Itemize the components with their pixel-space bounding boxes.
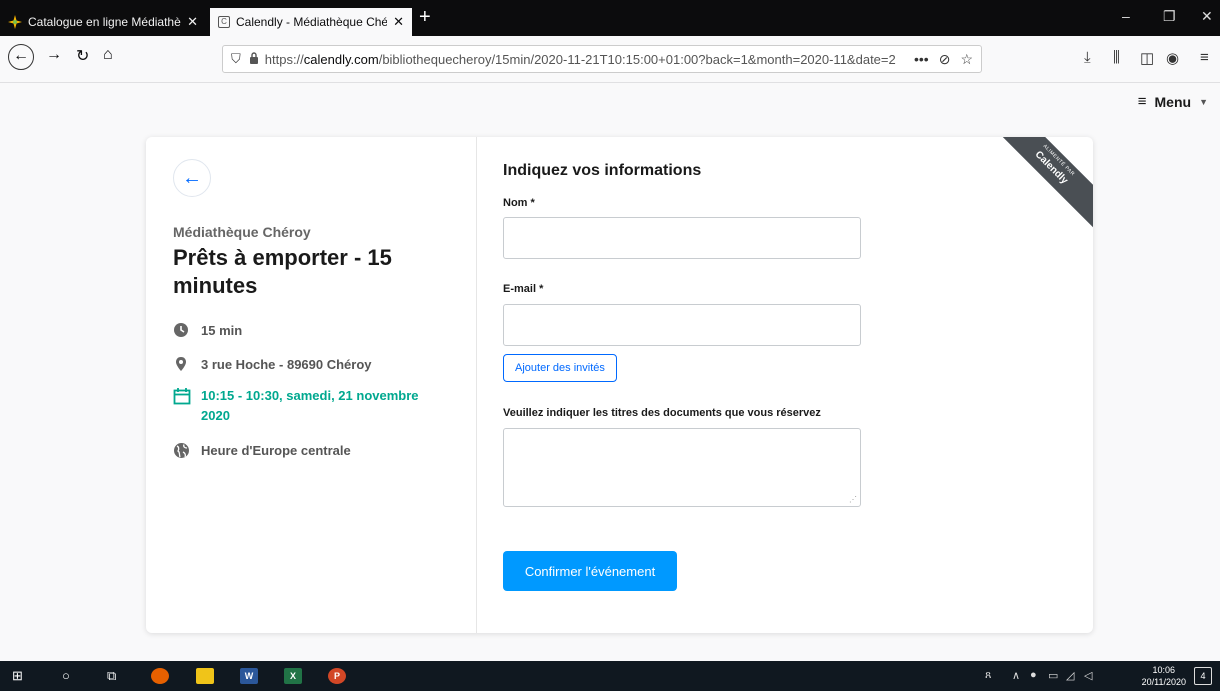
volume-icon[interactable]: ◁ <box>1084 669 1092 682</box>
close-icon[interactable]: ✕ <box>393 14 404 30</box>
download-icon[interactable]: ⤓ <box>1084 49 1091 66</box>
address-bar[interactable]: ⛉ https://calendly.com/bibliothequechero… <box>222 45 982 73</box>
calendly-favicon-icon: C <box>218 16 230 28</box>
globe-icon <box>173 442 191 460</box>
location-text: 3 rue Hoche - 89690 Chéroy <box>201 357 372 372</box>
forward-icon[interactable]: → <box>46 46 62 64</box>
event-duration: 15 min <box>173 321 242 341</box>
event-location: 3 rue Hoche - 89690 Chéroy <box>173 355 372 375</box>
tab-title: Catalogue en ligne Médiathèque <box>28 15 181 29</box>
tracking-shield-icon[interactable]: ⛉ <box>231 51 241 67</box>
restore-icon[interactable]: ❐ <box>1163 8 1176 25</box>
email-field[interactable] <box>503 304 861 346</box>
windows-start-icon[interactable]: ⊞ <box>12 666 23 686</box>
event-datetime: 10:15 - 10:30, samedi, 21 novembre 2020 <box>173 386 443 426</box>
documents-label: Veuillez indiquer les titres des documen… <box>503 407 821 419</box>
resize-grip-icon[interactable]: ⋰ <box>849 495 857 504</box>
sidebar-icon[interactable]: ◫ <box>1140 49 1154 67</box>
browser-menu-icon[interactable]: ≡ <box>1200 49 1209 66</box>
map-pin-icon <box>173 356 191 374</box>
library-icon[interactable]: ⫼ <box>1113 49 1120 66</box>
calendar-icon <box>173 387 191 405</box>
file-explorer-icon[interactable] <box>196 668 214 684</box>
clock-icon <box>173 322 191 340</box>
url-text: https://calendly.com/bibliothequecheroy/… <box>264 51 896 67</box>
windows-taskbar: ⊞ ○ ⧉ W X P ጸ ∧ ● ▭ ◿ ◁ 10:06 20/11/2020… <box>0 661 1220 691</box>
name-label: Nom * <box>503 197 535 209</box>
add-guests-button[interactable]: Ajouter des invités <box>503 354 617 382</box>
notification-icon[interactable]: 4 <box>1194 667 1212 685</box>
datetime-text: 10:15 - 10:30, samedi, 21 novembre 2020 <box>201 388 419 423</box>
tab-catalogue[interactable]: Catalogue en ligne Médiathèque ✕ <box>0 8 206 36</box>
account-icon[interactable]: ◉ <box>1166 49 1179 67</box>
page-actions-icon[interactable]: ••• <box>914 51 929 68</box>
bookmark-star-icon[interactable]: ☆ <box>960 51 973 68</box>
wifi-icon[interactable]: ◿ <box>1066 669 1074 682</box>
minimize-icon[interactable]: – <box>1122 8 1130 24</box>
window-close-icon[interactable]: ✕ <box>1201 8 1213 25</box>
event-details-panel: ← Médiathèque Chéroy Prêts à emporter - … <box>146 137 477 633</box>
pocket-icon[interactable]: ⊘ <box>939 51 951 68</box>
event-title: Prêts à emporter - 15 minutes <box>173 245 392 298</box>
documents-textarea[interactable]: ⋰ <box>503 428 861 507</box>
search-icon[interactable]: ○ <box>62 666 70 686</box>
booking-card: ← Médiathèque Chéroy Prêts à emporter - … <box>146 137 1093 633</box>
chevron-down-icon: ▼ <box>1199 96 1208 107</box>
word-icon[interactable]: W <box>240 668 258 684</box>
booking-form: Indiquez vos informations Nom * E-mail *… <box>477 137 1093 633</box>
clock-time: 10:06 <box>1152 665 1176 675</box>
navigation-bar: ← → ↻ ⌂ ⛉ https://calendly.com/bibliothe… <box>0 36 1220 83</box>
event-timezone: Heure d'Europe centrale <box>173 441 351 461</box>
duration-text: 15 min <box>201 323 243 338</box>
mediatheque-logo-icon <box>8 15 22 29</box>
page-menu[interactable]: ≡ Menu ▼ <box>1138 93 1208 110</box>
form-heading: Indiquez vos informations <box>503 162 702 179</box>
tab-bar: Catalogue en ligne Médiathèque ✕ C Calen… <box>0 0 1220 36</box>
new-tab-icon[interactable]: + <box>419 6 431 29</box>
powerpoint-icon[interactable]: P <box>328 668 346 684</box>
tab-title: Calendly - Médiathèque Chéroy <box>236 15 388 29</box>
home-icon[interactable]: ⌂ <box>103 46 113 64</box>
tray-app-icon[interactable]: ● <box>1030 669 1037 681</box>
confirm-event-button[interactable]: Confirmer l'événement <box>503 551 677 591</box>
email-label: E-mail * <box>503 283 544 295</box>
back-arrow-icon[interactable]: ← <box>173 159 211 197</box>
task-view-icon[interactable]: ⧉ <box>107 666 116 686</box>
clock-date: 20/11/2020 <box>1141 677 1186 687</box>
battery-icon[interactable]: ▭ <box>1048 669 1058 682</box>
firefox-icon[interactable] <box>151 668 169 684</box>
people-icon[interactable]: ጸ <box>985 669 991 682</box>
reload-icon[interactable]: ↻ <box>76 46 89 66</box>
tab-calendly[interactable]: C Calendly - Médiathèque Chéroy ✕ <box>210 8 412 36</box>
hamburger-icon: ≡ <box>1137 93 1147 110</box>
organizer-name: Médiathèque Chéroy <box>173 224 311 240</box>
lock-icon[interactable] <box>249 51 259 67</box>
excel-icon[interactable]: X <box>284 668 302 684</box>
menu-label: Menu <box>1154 93 1192 110</box>
tray-chevron-up-icon[interactable]: ∧ <box>1012 669 1020 682</box>
close-icon[interactable]: ✕ <box>187 14 198 30</box>
back-icon[interactable]: ← <box>8 44 34 70</box>
name-field[interactable] <box>503 217 861 259</box>
timezone-text: Heure d'Europe centrale <box>201 443 351 458</box>
clock[interactable]: 10:06 20/11/2020 <box>1142 664 1186 688</box>
